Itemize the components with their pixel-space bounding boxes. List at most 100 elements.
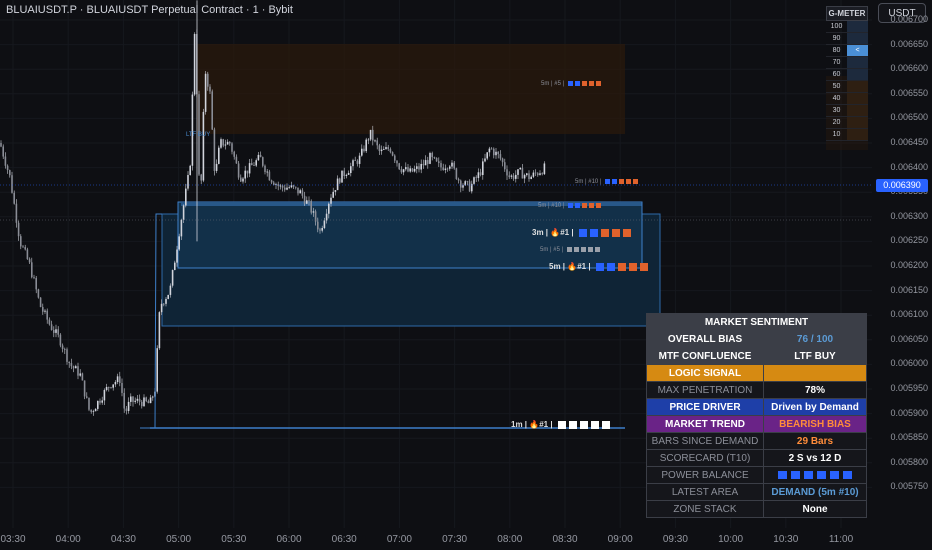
candle-body — [424, 160, 427, 166]
candle-body — [110, 387, 112, 389]
candle-body — [240, 177, 242, 182]
candle-body — [451, 162, 453, 167]
sentiment-row: LATEST AREA DEMAND (5m #10) — [646, 483, 867, 501]
g-meter-row: 40 — [826, 93, 868, 105]
sentiment-row: MTF CONFLUENCE LTF BUY — [646, 347, 867, 365]
sentiment-row: ZONE STACK None — [646, 500, 867, 518]
candle-body — [103, 389, 106, 401]
candle-body — [303, 195, 306, 204]
candle-body — [493, 148, 495, 156]
candle-body — [42, 307, 44, 312]
candle-body — [284, 187, 286, 190]
candle-body — [253, 165, 255, 166]
candle-body — [94, 408, 97, 412]
candle-body — [508, 175, 510, 177]
candle-body — [354, 160, 356, 162]
sentiment-value: None — [802, 503, 828, 515]
candle-body — [288, 187, 290, 189]
candle-body — [301, 190, 304, 196]
candle-body — [497, 151, 499, 155]
candle-body — [273, 182, 275, 185]
candle-body — [189, 165, 191, 176]
g-meter-row: 50 — [826, 81, 868, 93]
candle-body — [453, 162, 455, 169]
symbol-title[interactable]: BLUAIUSDT.P · BLUAIUSDT Perpetual Contra… — [6, 4, 293, 16]
candle-body — [116, 376, 119, 383]
candle-body — [136, 398, 139, 401]
time-tick-label: 05:30 — [221, 534, 247, 545]
time-tick-label: 11:00 — [828, 534, 854, 545]
candle-body — [33, 277, 35, 279]
candle-body — [64, 348, 66, 350]
candle-body — [422, 163, 425, 166]
candle-body — [297, 187, 299, 194]
candle-body — [152, 396, 154, 398]
sentiment-value-cell: Driven by Demand — [763, 398, 867, 416]
price-tick-label: 0.006550 — [890, 87, 928, 98]
candle-body — [449, 166, 451, 169]
candle-body — [13, 192, 15, 204]
candle-body — [187, 175, 189, 189]
candle-body — [455, 168, 458, 179]
g-meter-level: 10 — [832, 131, 841, 138]
candle-body — [350, 166, 352, 173]
candle-body — [413, 168, 416, 172]
sentiment-value: 29 Bars — [796, 435, 834, 447]
g-meter-level: 70 — [832, 59, 841, 66]
g-meter-bar — [847, 81, 868, 92]
sentiment-value: Driven by Demand — [771, 401, 859, 413]
g-meter-row: 90 — [826, 33, 868, 45]
price-tick-label: 0.006000 — [890, 358, 928, 369]
candle-body — [2, 146, 4, 157]
candle-body — [264, 165, 266, 172]
price-tick-label: 0.006700 — [890, 14, 928, 24]
candle-body — [211, 91, 213, 130]
candle-body — [220, 139, 222, 148]
candle-body — [372, 129, 374, 141]
candle-body — [22, 246, 24, 248]
candle-body — [39, 297, 42, 308]
candle-body — [515, 174, 517, 179]
time-tick-label: 10:30 — [773, 534, 799, 545]
candle-body — [402, 169, 405, 173]
candle-body — [28, 259, 31, 263]
candle-body — [88, 397, 90, 410]
candle-body — [345, 174, 348, 176]
sentiment-row: PRICE DRIVER Driven by Demand — [646, 398, 867, 416]
candle-body — [20, 236, 22, 247]
candle-body — [207, 73, 209, 87]
candle-body — [105, 386, 108, 390]
candle-body — [477, 172, 480, 179]
candle-body — [233, 151, 235, 157]
candle-body — [352, 160, 354, 167]
candle-body — [176, 249, 178, 263]
ltf-buy-label: LTF BUY — [186, 132, 210, 138]
current-price-label: 0.006390 — [876, 179, 928, 192]
candle-body — [182, 205, 185, 220]
candle-body — [81, 373, 84, 381]
g-meter-level: 80 — [832, 47, 841, 54]
price-tick-label: 0.006450 — [890, 137, 928, 147]
candle-body — [358, 155, 361, 164]
candle-body — [257, 154, 260, 161]
candle-body — [440, 163, 442, 168]
candle-body — [317, 221, 319, 230]
candle-body — [4, 156, 7, 166]
sentiment-value: 2 S vs 12 D — [788, 452, 842, 464]
candle-body — [312, 211, 315, 213]
sentiment-label: POWER BALANCE — [646, 466, 764, 484]
candle-body — [319, 229, 321, 231]
candle-body — [521, 167, 524, 179]
market-sentiment-table: MARKET SENTIMENT OVERALL BIAS 76 / 100 MTF… — [646, 313, 867, 518]
g-meter-title: G-METER — [826, 6, 868, 21]
time-tick-label: 10:00 — [718, 534, 744, 545]
candle-body — [389, 149, 392, 153]
candle-body — [526, 173, 528, 176]
candle-body — [86, 396, 88, 398]
candle-body — [259, 154, 262, 158]
candle-body — [295, 186, 297, 188]
g-meter-bar — [847, 93, 868, 104]
candle-body — [237, 163, 240, 178]
candle-body — [446, 168, 449, 170]
candle-body — [191, 94, 194, 166]
